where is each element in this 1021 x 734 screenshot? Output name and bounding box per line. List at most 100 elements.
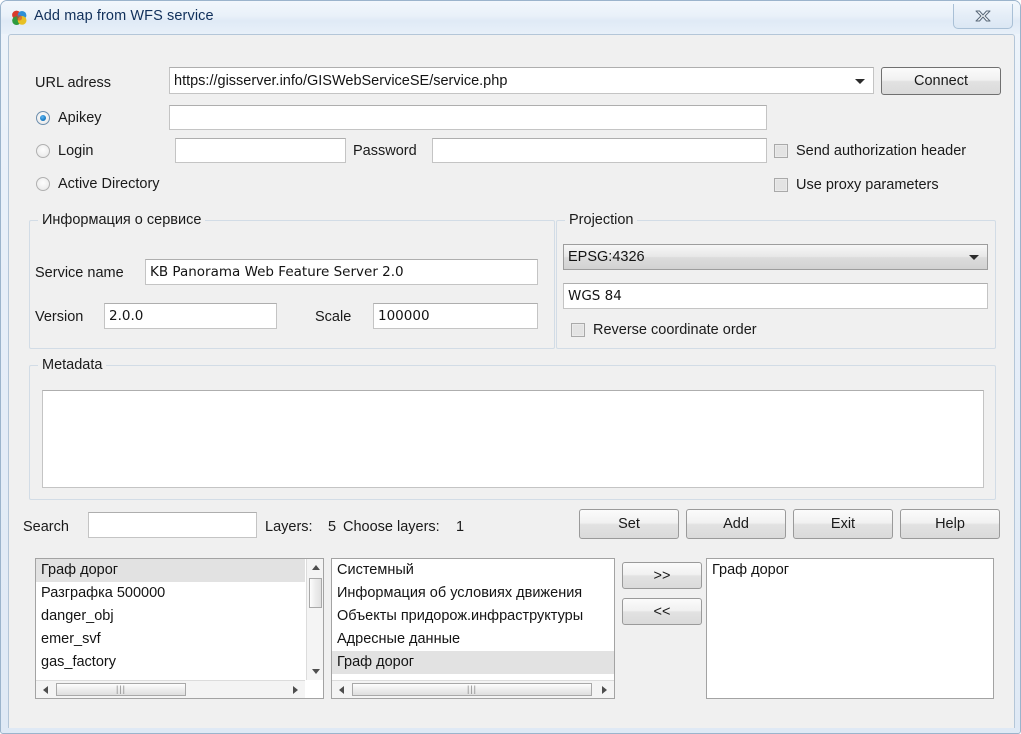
add-button-label: Add [723, 516, 749, 532]
password-input[interactable] [432, 138, 767, 163]
url-value: https://gisserver.info/GISWebServiceSE/s… [174, 72, 508, 89]
close-icon [975, 10, 991, 22]
epsg-value: EPSG:4326 [568, 249, 645, 265]
list-item[interactable]: gas_factory [36, 651, 305, 674]
available-list-horizontal-scrollbar[interactable]: ||| [36, 680, 305, 698]
list-item[interactable]: Граф дорог [707, 559, 993, 582]
send-auth-header-label: Send authorization header [796, 143, 967, 159]
radio-active-directory[interactable]: Active Directory [36, 176, 160, 192]
url-label: URL adress [35, 75, 112, 91]
service-name-label: Service name [35, 265, 124, 281]
layers-count-label: Layers: [265, 519, 313, 535]
url-combobox[interactable]: https://gisserver.info/GISWebServiceSE/s… [169, 67, 874, 94]
connect-button[interactable]: Connect [881, 67, 1001, 95]
search-label: Search [23, 519, 69, 535]
list-item[interactable]: Адресные данные [332, 628, 614, 651]
chevron-down-icon [855, 78, 865, 84]
connect-button-label: Connect [913, 73, 968, 89]
password-label: Password [353, 143, 417, 159]
move-right-button-label: >> [653, 567, 671, 584]
metadata-group-title: Metadata [38, 357, 107, 373]
scroll-right-icon[interactable] [596, 681, 613, 698]
search-input[interactable] [88, 512, 257, 538]
send-auth-header-checkbox[interactable]: Send authorization header [774, 143, 966, 159]
version-value: 2.0.0 [109, 308, 144, 324]
set-button-label: Set [618, 516, 640, 532]
scroll-down-icon[interactable] [307, 663, 323, 680]
list-item[interactable]: danger_obj [36, 605, 305, 628]
reverse-coordinate-order-box [571, 323, 585, 337]
list-item[interactable]: Граф дорог [332, 651, 614, 674]
chosen-layers-items: Граф дорог [707, 559, 993, 582]
radio-active-directory-indicator [36, 177, 50, 191]
move-left-button-label: << [653, 603, 671, 620]
chosen-count-value: 1 [456, 519, 465, 535]
exit-button-label: Exit [830, 516, 856, 532]
help-button[interactable]: Help [900, 509, 1000, 539]
scale-label: Scale [315, 309, 352, 325]
vertical-scroll-thumb[interactable] [309, 578, 322, 608]
use-proxy-box [774, 178, 788, 192]
list-item[interactable]: emer_svf [36, 628, 305, 651]
layer-groups-items: Системный Информация об условиях движени… [332, 559, 614, 680]
service-name-input[interactable]: KB Panorama Web Feature Server 2.0 [145, 259, 538, 285]
list-item[interactable]: Разграфка 500000 [36, 582, 305, 605]
add-button[interactable]: Add [686, 509, 786, 539]
move-left-button[interactable]: << [622, 598, 702, 625]
reverse-coordinate-order-checkbox[interactable]: Reverse coordinate order [571, 322, 757, 338]
scroll-right-icon[interactable] [287, 681, 304, 698]
scroll-left-icon[interactable] [37, 681, 54, 698]
radio-apikey-label: Apikey [58, 110, 102, 126]
scroll-left-icon[interactable] [333, 681, 350, 698]
scale-input[interactable]: 100000 [373, 303, 538, 329]
radio-apikey-indicator [36, 111, 50, 125]
radio-login[interactable]: Login [36, 143, 93, 159]
chosen-count-label: Choose layers: [343, 519, 440, 535]
groups-list-horizontal-scrollbar[interactable]: ||| [332, 680, 614, 698]
horizontal-scroll-thumb[interactable]: ||| [352, 683, 592, 696]
available-list-vertical-scrollbar[interactable] [306, 559, 323, 680]
set-button[interactable]: Set [579, 509, 679, 539]
available-layers-list[interactable]: Граф дорог Разграфка 500000 danger_obj e… [35, 558, 324, 699]
scale-value: 100000 [378, 308, 430, 324]
radio-apikey[interactable]: Apikey [36, 110, 102, 126]
list-item[interactable]: Объекты придорож.инфраструктуры [332, 605, 614, 628]
send-auth-header-box [774, 144, 788, 158]
exit-button[interactable]: Exit [793, 509, 893, 539]
layers-count-value: 5 [328, 519, 337, 535]
radio-login-label: Login [58, 143, 94, 159]
scroll-up-icon[interactable] [307, 559, 323, 576]
help-button-label: Help [935, 516, 965, 532]
use-proxy-checkbox[interactable]: Use proxy parameters [774, 177, 939, 193]
horizontal-scroll-thumb[interactable]: ||| [56, 683, 186, 696]
chevron-down-icon [969, 255, 979, 260]
apikey-input[interactable] [169, 105, 767, 130]
panorama-logo-icon [11, 10, 28, 26]
chosen-layers-list[interactable]: Граф дорог [706, 558, 994, 699]
layer-groups-list[interactable]: Системный Информация об условиях движени… [331, 558, 615, 699]
service-info-group-title: Информация о сервисе [38, 212, 206, 228]
window-title: Add map from WFS service [34, 8, 214, 24]
move-right-button[interactable]: >> [622, 562, 702, 589]
datum-value: WGS 84 [568, 288, 622, 304]
version-label: Version [35, 309, 84, 325]
close-button[interactable] [953, 4, 1013, 29]
list-item[interactable]: Граф дорог [36, 559, 305, 582]
epsg-combobox[interactable]: EPSG:4326 [563, 244, 988, 270]
list-item[interactable]: Информация об условиях движения [332, 582, 614, 605]
list-item[interactable]: Системный [332, 559, 614, 582]
available-layers-items: Граф дорог Разграфка 500000 danger_obj e… [36, 559, 305, 680]
login-input[interactable] [175, 138, 346, 163]
radio-active-directory-label: Active Directory [58, 176, 160, 192]
use-proxy-label: Use proxy parameters [796, 177, 939, 193]
version-input[interactable]: 2.0.0 [104, 303, 277, 329]
projection-group-title: Projection [565, 212, 638, 228]
dialog-window: Add map from WFS service URL adress http… [0, 0, 1021, 734]
datum-input[interactable]: WGS 84 [563, 283, 988, 309]
dialog-client-area: URL adress https://gisserver.info/GISWeb… [8, 34, 1015, 728]
radio-login-indicator [36, 144, 50, 158]
service-name-value: KB Panorama Web Feature Server 2.0 [150, 264, 404, 280]
reverse-coordinate-order-label: Reverse coordinate order [593, 322, 757, 338]
metadata-textarea[interactable] [42, 390, 984, 488]
title-bar: Add map from WFS service [1, 1, 1020, 34]
